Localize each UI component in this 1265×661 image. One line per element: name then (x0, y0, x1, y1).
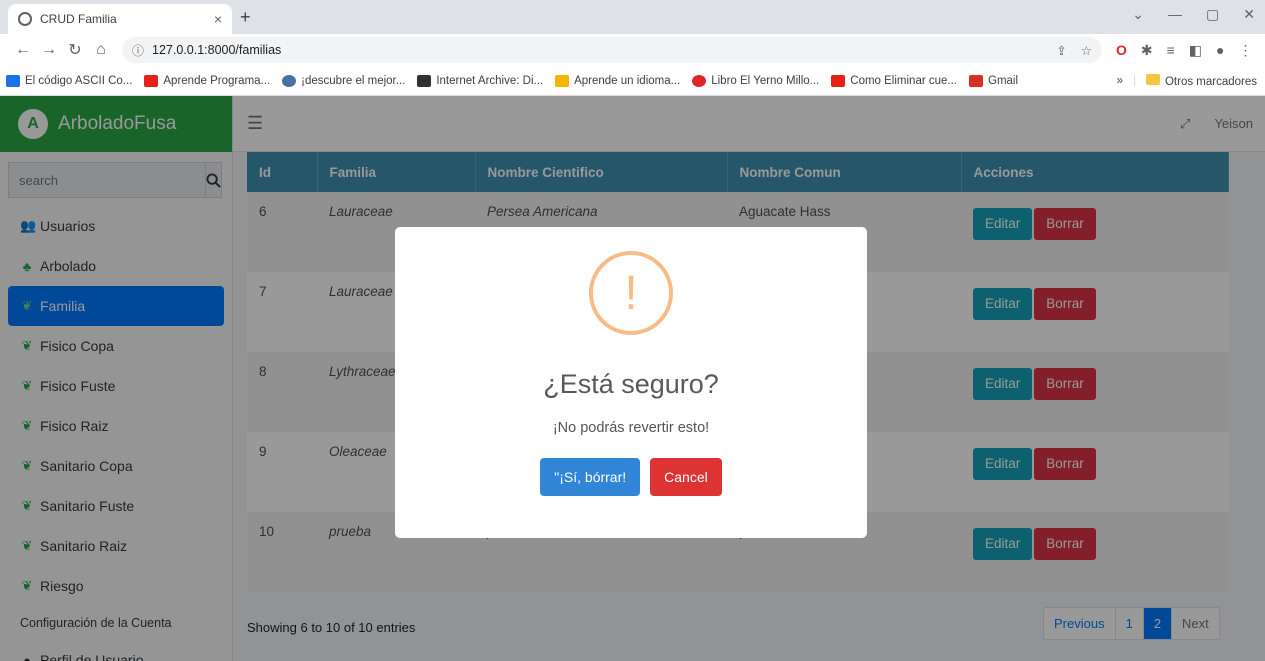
bookmark-item[interactable]: Como Eliminar cue... (831, 74, 957, 87)
dialog-actions: "¡Sí, bórrar! Cancel (395, 458, 867, 496)
other-bookmarks-label: Otros marcadores (1164, 76, 1257, 88)
extensions: O ✱ ≡ ◧ ● ⋮ (1116, 42, 1253, 59)
browser-tabbar: CRUD Familia × + ⌄ — ▢ ✕ (0, 0, 1265, 34)
bookmark-item[interactable]: ¡descubre el mejor... (282, 74, 406, 87)
gmail-icon (969, 74, 983, 87)
bookmarks-right: » | Otros marcadores (1117, 74, 1257, 88)
bookmark-icon (282, 74, 297, 87)
dialog-title: ¿Está seguro? (543, 369, 719, 399)
dialog-text: ¡No podrás revertir esto! (552, 420, 710, 436)
bookmark-icon (555, 74, 570, 87)
bookmark-label: ¡descubre el mejor... (301, 74, 406, 87)
bookmark-item[interactable]: Gmail (969, 74, 1019, 87)
warning-icon: ! (589, 251, 673, 335)
confirm-delete-button[interactable]: "¡Sí, bórrar! (540, 458, 641, 496)
window-controls: ⌄ — ▢ ✕ (1132, 6, 1255, 23)
folder-icon (1145, 74, 1160, 85)
menu-icon[interactable]: ⋮ (1239, 42, 1253, 59)
divider: | (1132, 75, 1136, 87)
bookmark-item[interactable]: Internet Archive: Di... (417, 74, 544, 87)
bookmark-item[interactable]: Libro El Yerno Millo... (692, 74, 820, 87)
browser-tab[interactable]: CRUD Familia × (8, 4, 232, 34)
tab-close-icon[interactable]: × (214, 11, 222, 27)
home-icon[interactable]: ⌂ (88, 41, 114, 59)
site-info-icon[interactable]: ⓘ (132, 42, 144, 59)
url-text: 127.0.0.1:8000/familias (152, 43, 282, 57)
sidepanel-icon[interactable]: ◧ (1189, 42, 1202, 59)
bookmarks-bar: El código ASCII Co... Aprende Programa..… (0, 66, 1265, 96)
youtube-icon (831, 74, 846, 87)
tab-title: CRUD Familia (40, 12, 117, 26)
close-window-icon[interactable]: ✕ (1243, 6, 1255, 23)
tab-search-icon[interactable]: ⌄ (1132, 6, 1144, 23)
cancel-button[interactable]: Cancel (650, 458, 722, 496)
bookmark-item[interactable]: El código ASCII Co... (6, 74, 133, 87)
back-icon[interactable]: ← (10, 41, 36, 59)
extensions-icon[interactable]: ✱ (1141, 42, 1153, 59)
bookmark-label: El código ASCII Co... (25, 74, 133, 87)
bookmark-icon (692, 74, 707, 87)
other-bookmarks[interactable]: Otros marcadores (1145, 74, 1257, 88)
bookmark-label: Internet Archive: Di... (436, 74, 544, 87)
forward-icon[interactable]: → (36, 41, 62, 59)
bookmark-item[interactable]: Aprende un idioma... (555, 74, 681, 87)
reading-list-icon[interactable]: ≡ (1167, 42, 1175, 58)
new-tab-button[interactable]: + (240, 7, 251, 28)
profile-avatar-icon[interactable]: ● (1216, 42, 1224, 58)
opera-icon[interactable]: O (1116, 42, 1127, 58)
more-bookmarks-icon[interactable]: » (1117, 75, 1123, 87)
bookmark-label: Libro El Yerno Millo... (711, 74, 820, 87)
reload-icon[interactable]: ↻ (62, 40, 88, 60)
archive-icon (417, 74, 432, 87)
url-field[interactable]: ⓘ 127.0.0.1:8000/familias ⇪ ☆ (122, 37, 1102, 63)
restore-icon[interactable]: ▢ (1206, 6, 1219, 23)
bookmark-label: Aprende Programa... (163, 74, 271, 87)
minimize-icon[interactable]: — (1168, 6, 1182, 23)
bookmark-label: Aprende un idioma... (574, 74, 681, 87)
bookmark-icon (6, 74, 20, 87)
bookmark-star-icon[interactable]: ☆ (1081, 43, 1092, 58)
confirm-dialog: ! ¿Está seguro? ¡No podrás revertir esto… (395, 227, 867, 538)
bookmark-label: Como Eliminar cue... (850, 74, 957, 87)
bookmark-label: Gmail (988, 74, 1019, 87)
youtube-icon (144, 74, 159, 87)
address-bar: ← → ↻ ⌂ ⓘ 127.0.0.1:8000/familias ⇪ ☆ O … (0, 34, 1265, 66)
share-icon[interactable]: ⇪ (1056, 43, 1066, 58)
bookmark-item[interactable]: Aprende Programa... (144, 74, 271, 87)
globe-icon (18, 12, 32, 26)
